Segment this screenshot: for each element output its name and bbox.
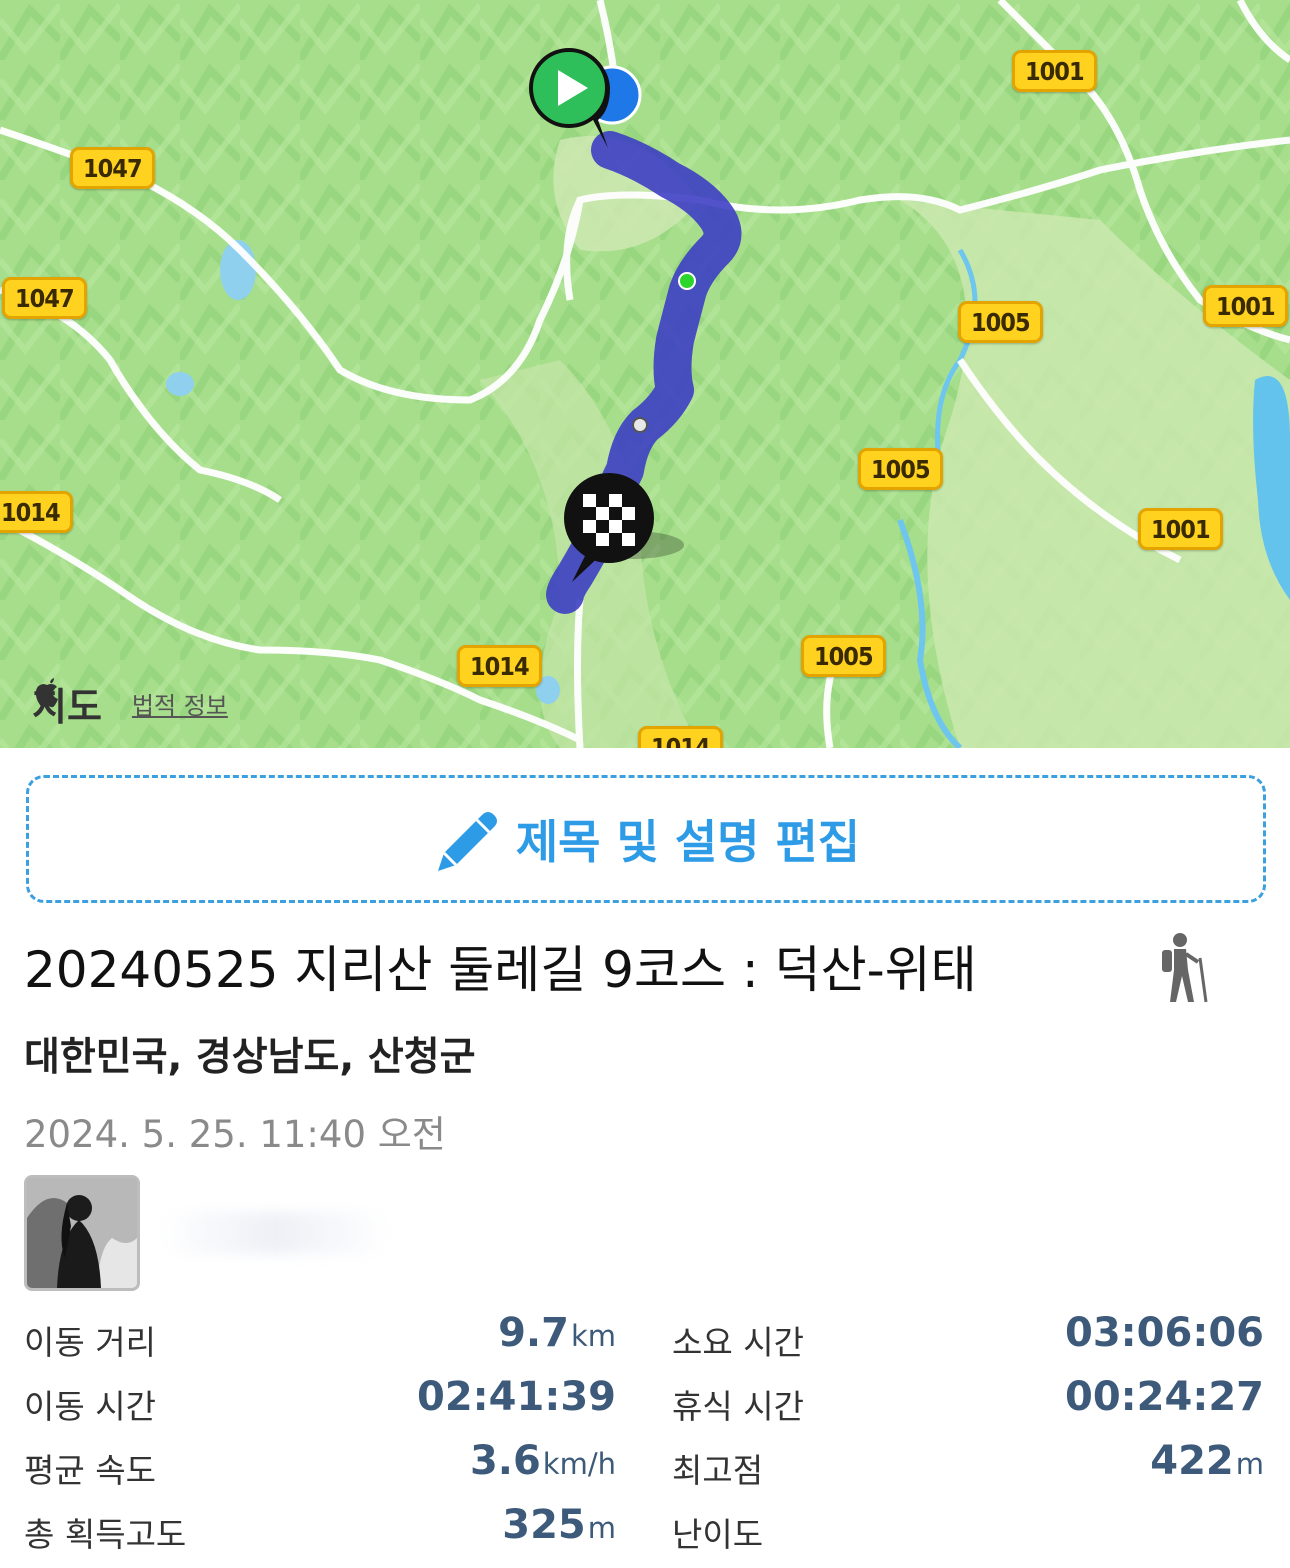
stat-label-total-time: 소요 시간 <box>672 1323 804 1362</box>
avatar-photo <box>27 1178 137 1288</box>
stat-label-difficulty: 난이도 <box>672 1515 764 1554</box>
stat-value-distance: 9.7km <box>498 1310 616 1356</box>
activity-datetime: 2024. 5. 25. 11:40 오전 <box>24 1113 446 1156</box>
road-shield: 1005 <box>958 301 1043 343</box>
avatar[interactable] <box>24 1175 140 1291</box>
stat-label-rest-time: 휴식 시간 <box>672 1387 804 1426</box>
edit-button-label: 제목 및 설명 편집 <box>515 815 861 869</box>
apple-logo-icon <box>35 678 58 708</box>
map-attribution: 지도 법적 정보 <box>30 676 228 731</box>
stat-value-rest-time: 00:24:27 <box>1065 1374 1264 1420</box>
waypoint-green <box>678 272 696 290</box>
stat-value-avg-speed: 3.6km/h <box>469 1438 616 1484</box>
road-shield: 1001 <box>1138 508 1223 550</box>
route-map[interactable]: 1001 1047 1047 1005 1001 1014 1005 1001 … <box>0 0 1290 748</box>
stat-value-max-altitude: 422m <box>1150 1438 1264 1484</box>
stat-value-total-time: 03:06:06 <box>1065 1310 1264 1356</box>
stat-label-elevation-gain: 총 획득고도 <box>24 1515 187 1554</box>
pencil-icon <box>437 812 497 871</box>
username-redacted <box>160 1212 390 1254</box>
edit-title-description-button[interactable]: 제목 및 설명 편집 <box>26 775 1266 903</box>
stat-label-distance: 이동 거리 <box>24 1323 156 1362</box>
waypoint-gray <box>632 417 648 433</box>
activity-region: 대한민국, 경상남도, 산청군 <box>24 1035 476 1080</box>
stat-label-moving-time: 이동 시간 <box>24 1387 156 1426</box>
legal-info-link[interactable]: 법적 정보 <box>132 686 228 721</box>
stat-label-avg-speed: 평균 속도 <box>24 1451 156 1490</box>
activity-title: 20240525 지리산 둘레길 9코스 : 덕산-위태 <box>24 941 977 999</box>
road-shield: 1001 <box>1203 285 1288 327</box>
road-shield: 1005 <box>801 635 886 677</box>
road-shield: 1014 <box>0 491 73 533</box>
road-shield: 1047 <box>2 277 87 319</box>
stat-label-max-altitude: 최고점 <box>672 1451 764 1490</box>
road-shield: 1014 <box>638 726 723 748</box>
stat-value-elevation-gain: 325m <box>502 1502 616 1548</box>
road-shield: 1047 <box>70 147 155 189</box>
road-shield: 1005 <box>858 448 943 490</box>
map-terrain <box>0 0 1290 748</box>
road-shield: 1001 <box>1012 50 1097 92</box>
hiker-icon <box>1162 933 1208 1003</box>
stat-value-moving-time: 02:41:39 <box>417 1374 616 1420</box>
road-shield: 1014 <box>457 645 542 687</box>
